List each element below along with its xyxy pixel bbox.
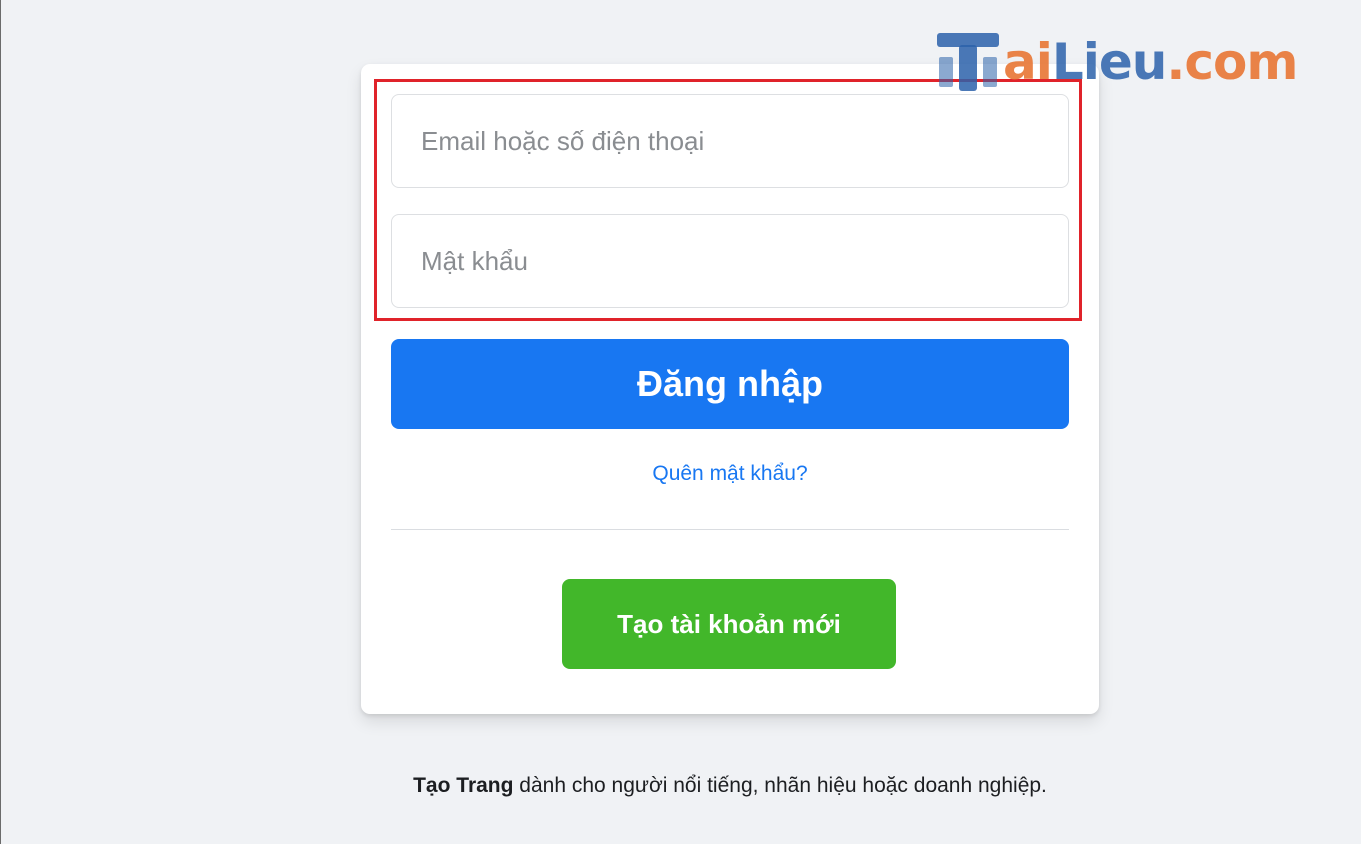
create-account-button[interactable]: Tạo tài khoản mới xyxy=(562,579,896,669)
password-field[interactable] xyxy=(391,214,1069,308)
login-button[interactable]: Đăng nhập xyxy=(391,339,1069,429)
divider xyxy=(391,529,1069,530)
create-page-text: dành cho người nổi tiếng, nhãn hiệu hoặc… xyxy=(513,774,1047,797)
create-page-note: Tạo Trang dành cho người nổi tiếng, nhãn… xyxy=(361,770,1099,801)
email-field[interactable] xyxy=(391,94,1069,188)
watermark-text-com: com xyxy=(1184,33,1298,91)
create-page-link[interactable]: Tạo Trang xyxy=(413,774,513,797)
watermark-text-dot: . xyxy=(1166,33,1185,91)
forgot-password-link[interactable]: Quên mật khẩu? xyxy=(391,462,1069,486)
